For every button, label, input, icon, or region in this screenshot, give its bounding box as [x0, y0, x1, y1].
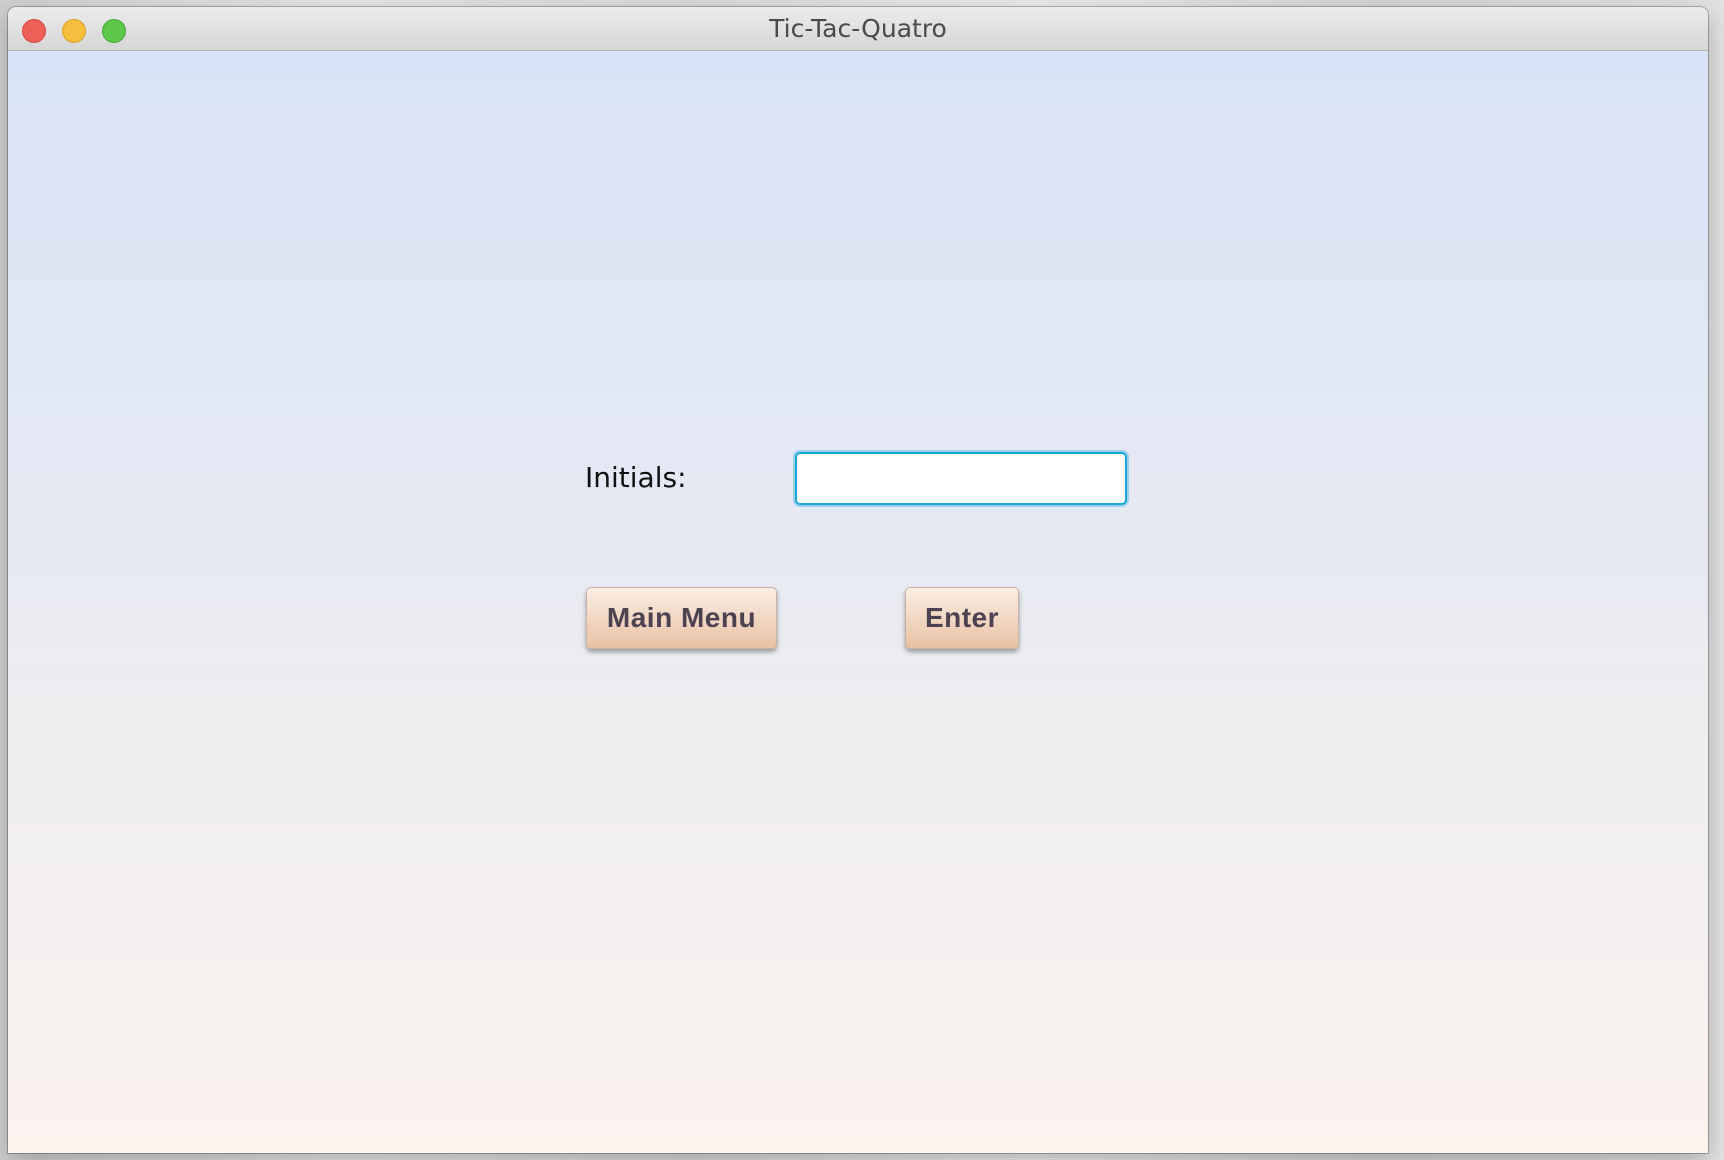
window-title: Tic-Tac-Quatro — [769, 14, 947, 43]
initials-input[interactable] — [795, 452, 1127, 505]
desktop-background: Tic-Tac-Quatro Initials: Main Menu Enter — [0, 0, 1724, 1160]
title-bar[interactable]: Tic-Tac-Quatro — [8, 7, 1708, 51]
initials-label: Initials: — [585, 461, 687, 494]
main-menu-button[interactable]: Main Menu — [586, 587, 777, 649]
main-content: Initials: Main Menu Enter — [8, 51, 1708, 1153]
app-window: Tic-Tac-Quatro Initials: Main Menu Enter — [8, 7, 1708, 1153]
enter-button[interactable]: Enter — [905, 587, 1019, 649]
